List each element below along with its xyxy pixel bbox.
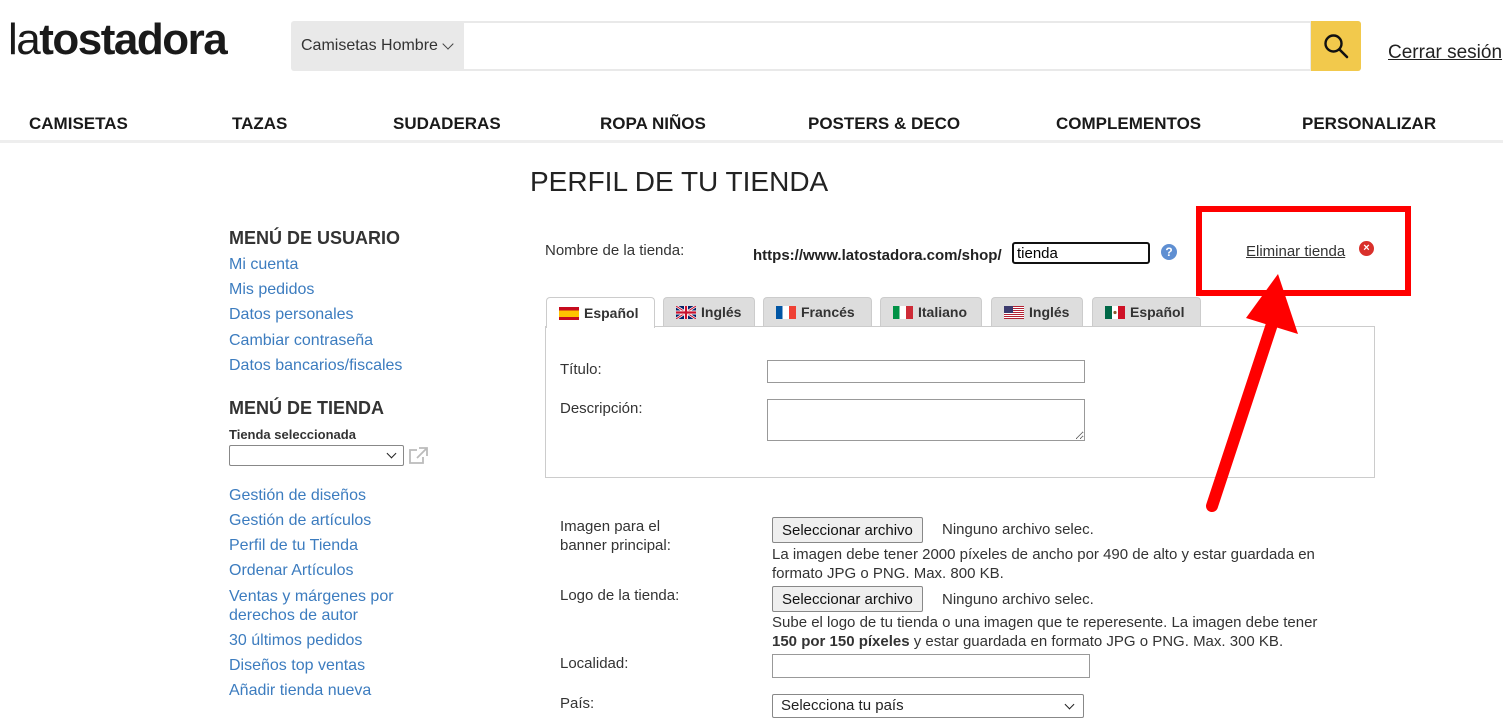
nav-tazas[interactable]: TAZAS	[232, 114, 287, 134]
menu-datos-bancarios[interactable]: Datos bancarios/fiscales	[229, 357, 402, 375]
nav-camisetas[interactable]: CAMISETAS	[29, 114, 128, 134]
tab-italiano[interactable]: Italiano	[880, 297, 982, 326]
logout-link[interactable]: Cerrar sesión	[1388, 42, 1502, 64]
shop-name-input[interactable]	[1012, 242, 1150, 264]
uk-flag-icon	[676, 305, 696, 319]
description-label: Descripción:	[560, 400, 643, 417]
main-nav: CAMISETAS TAZAS SUDADERAS ROPA NIÑOS POS…	[0, 104, 1503, 143]
spain-flag-icon	[559, 306, 579, 320]
menu-mis-pedidos[interactable]: Mis pedidos	[229, 281, 314, 299]
user-menu-title: MENÚ DE USUARIO	[229, 228, 401, 248]
menu-ultimos-pedidos[interactable]: 30 últimos pedidos	[229, 632, 362, 650]
tab-label: Español	[1130, 304, 1185, 320]
tab-label: Español	[584, 305, 639, 321]
banner-hint-line2: formato JPG o PNG. Max. 800 KB.	[772, 565, 1004, 582]
menu-ventas-margenes-line2[interactable]: derechos de autor	[229, 607, 358, 625]
france-flag-icon	[776, 305, 796, 319]
external-link-icon[interactable]	[408, 447, 428, 465]
chevron-down-icon	[1064, 699, 1075, 710]
menu-cambiar-contrasena[interactable]: Cambiar contraseña	[229, 332, 373, 350]
shop-menu-title: MENÚ DE TIENDA	[229, 398, 385, 418]
tab-espanol[interactable]: Español	[546, 297, 655, 328]
shop-url-prefix: https://www.latostadora.com/shop/	[753, 247, 1002, 264]
tab-frances[interactable]: Francés	[763, 297, 872, 326]
category-select-value: Camisetas Hombre	[301, 37, 438, 54]
logo[interactable]: latostadora	[8, 14, 228, 66]
menu-perfil-tienda[interactable]: Perfil de tu Tienda	[229, 537, 358, 555]
menu-ordenar-articulos[interactable]: Ordenar Artículos	[229, 562, 354, 580]
mexico-flag-icon	[1105, 305, 1125, 319]
menu-datos-personales[interactable]: Datos personales	[229, 306, 354, 324]
banner-label-line2: banner principal:	[560, 537, 671, 554]
usa-flag-icon	[1004, 305, 1024, 319]
tab-ingles-gb[interactable]: Inglés	[663, 297, 755, 326]
logo-hint-bold: 150 por 150 píxeles	[772, 633, 910, 650]
nav-ropa-ninos[interactable]: ROPA NIÑOS	[600, 114, 706, 134]
banner-hint: La imagen debe tener 2000 píxeles de anc…	[772, 546, 1315, 563]
menu-gestion-disenos[interactable]: Gestión de diseños	[229, 487, 366, 505]
locality-input[interactable]	[772, 654, 1090, 678]
tab-label: Inglés	[701, 304, 742, 320]
banner-label: Imagen para el	[560, 518, 661, 535]
title-label: Título:	[560, 361, 602, 378]
help-icon[interactable]: ?	[1161, 244, 1177, 260]
tab-ingles-us[interactable]: Inglés	[991, 297, 1083, 326]
banner-file-status: Ninguno archivo selec.	[942, 521, 1094, 538]
logo-label: Logo de la tienda:	[560, 587, 680, 604]
italy-flag-icon	[893, 305, 913, 319]
menu-anadir-tienda[interactable]: Añadir tienda nueva	[229, 682, 371, 700]
country-label: País:	[560, 695, 595, 712]
menu-ventas-margenes[interactable]: Ventas y márgenes por	[229, 588, 394, 606]
search-button[interactable]	[1311, 21, 1361, 71]
logo-bold: tostadora	[39, 15, 227, 64]
logo-file-status: Ninguno archivo selec.	[942, 591, 1094, 608]
title-input[interactable]	[767, 360, 1085, 383]
search-icon	[1324, 34, 1349, 59]
locality-label: Localidad:	[560, 655, 629, 672]
nav-sudaderas[interactable]: SUDADERAS	[393, 114, 501, 134]
chevron-down-icon	[442, 38, 454, 50]
page-title: PERFIL DE TU TIENDA	[530, 166, 829, 197]
shop-select[interactable]	[229, 445, 404, 466]
country-select[interactable]: Selecciona tu país	[772, 694, 1084, 718]
nav-complementos[interactable]: COMPLEMENTOS	[1056, 114, 1201, 134]
description-textarea[interactable]	[767, 399, 1085, 441]
logo-light: la	[8, 15, 41, 64]
tab-label: Francés	[801, 304, 855, 320]
logo-file-button[interactable]: Seleccionar archivo	[772, 586, 923, 612]
logo-hint-line2: 150 por 150 píxeles y estar guardada en …	[772, 632, 1283, 651]
tab-label: Inglés	[1029, 304, 1070, 320]
annotation-arrow	[1206, 274, 1298, 512]
search-input[interactable]	[464, 23, 1310, 69]
logo-hint: Sube el logo de tu tienda o una imagen q…	[772, 614, 1318, 631]
selected-shop-label: Tienda seleccionada	[229, 427, 356, 442]
menu-disenos-top[interactable]: Diseños top ventas	[229, 657, 365, 675]
nav-posters-deco[interactable]: POSTERS & DECO	[808, 114, 960, 134]
menu-gestion-articulos[interactable]: Gestión de artículos	[229, 512, 371, 530]
logo-hint-rest: y estar guardada en formato JPG o PNG. M…	[909, 633, 1284, 650]
banner-file-button[interactable]: Seleccionar archivo	[772, 517, 923, 543]
chevron-down-icon	[386, 448, 397, 459]
nav-personalizar[interactable]: PERSONALIZAR	[1302, 114, 1436, 134]
tab-espanol-mx[interactable]: Español	[1092, 297, 1201, 326]
shop-name-label: Nombre de la tienda:	[545, 242, 685, 259]
category-select[interactable]: Camisetas Hombre	[291, 21, 463, 71]
menu-mi-cuenta[interactable]: Mi cuenta	[229, 256, 298, 274]
tab-label: Italiano	[918, 304, 968, 320]
country-select-value: Selecciona tu país	[781, 697, 904, 714]
